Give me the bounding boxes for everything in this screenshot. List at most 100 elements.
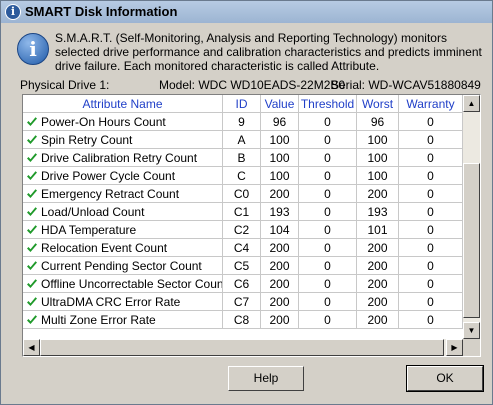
attribute-name: Load/Unload Count [41,204,145,219]
smart-dialog: i SMART Disk Information i S.M.A.R.T. (S… [0,0,493,405]
attribute-name-cell: HDA Temperature [23,221,223,239]
info-icon: i [17,33,49,65]
attribute-name-cell: Multi Zone Error Rate [23,311,223,329]
info-icon: i [5,4,21,20]
horizontal-scrollbar[interactable]: ◀ ▶ [23,339,463,356]
check-icon [27,188,37,198]
attribute-id-cell: C2 [223,221,261,239]
help-button[interactable]: Help [228,366,304,391]
attribute-worst-cell: 200 [357,275,399,293]
attribute-name: Current Pending Sector Count [41,258,202,273]
attribute-warranty-cell: 0 [399,257,463,275]
attribute-threshold-cell: 0 [299,149,357,167]
horizontal-scroll-thumb[interactable] [40,339,444,356]
drive-serial: Serial: WD-WCAV51880849 [331,78,481,92]
attribute-value-cell: 200 [261,293,299,311]
attribute-name: Power-On Hours Count [41,114,166,129]
attribute-warranty-cell: 0 [399,131,463,149]
column-header-value[interactable]: Value [261,95,299,113]
scroll-up-button[interactable]: ▲ [463,95,480,112]
attribute-value-cell: 100 [261,167,299,185]
attribute-warranty-cell: 0 [399,113,463,131]
attribute-warranty-cell: 0 [399,275,463,293]
attribute-warranty-cell: 0 [399,185,463,203]
check-icon [27,170,37,180]
vertical-scroll-thumb[interactable] [463,163,480,318]
attribute-threshold-cell: 0 [299,185,357,203]
check-icon [27,116,37,126]
description-text: S.M.A.R.T. (Self-Monitoring, Analysis an… [55,31,482,73]
attribute-name-cell: Drive Calibration Retry Count [23,149,223,167]
table-row[interactable]: Multi Zone Error Rate C8 200 0 200 0 [23,311,463,329]
scroll-right-button[interactable]: ▶ [446,339,463,356]
attribute-value-cell: 96 [261,113,299,131]
table-header: Attribute Name ID Value Threshold Worst … [23,95,463,113]
table-row[interactable]: Spin Retry Count A 100 0 100 0 [23,131,463,149]
attribute-name-cell: Offline Uncorrectable Sector Count [23,275,223,293]
attribute-threshold-cell: 0 [299,239,357,257]
check-icon [27,314,37,324]
table-row[interactable]: HDA Temperature C2 104 0 101 0 [23,221,463,239]
attribute-warranty-cell: 0 [399,239,463,257]
column-header-worst[interactable]: Worst [357,95,399,113]
attribute-name: Spin Retry Count [41,132,133,147]
column-header-name[interactable]: Attribute Name [23,95,223,113]
attribute-worst-cell: 200 [357,239,399,257]
attribute-value-cell: 200 [261,239,299,257]
attribute-name-cell: Load/Unload Count [23,203,223,221]
title-bar[interactable]: i SMART Disk Information [1,1,492,23]
check-icon [27,260,37,270]
scroll-down-button[interactable]: ▼ [463,322,480,339]
scroll-left-button[interactable]: ◀ [23,339,40,356]
attribute-name: UltraDMA CRC Error Rate [41,294,181,309]
attribute-id-cell: B [223,149,261,167]
drive-info: Physical Drive 1: Model: WDC WD10EADS-22… [1,78,492,92]
table-row[interactable]: Drive Calibration Retry Count B 100 0 100 0 [23,149,463,167]
attribute-threshold-cell: 0 [299,113,357,131]
attribute-table[interactable]: Attribute Name ID Value Threshold Worst … [22,94,481,357]
attribute-worst-cell: 200 [357,185,399,203]
attribute-name-cell: Power-On Hours Count [23,113,223,131]
column-header-threshold[interactable]: Threshold [299,95,357,113]
scrollbar-corner [463,339,480,356]
attribute-threshold-cell: 0 [299,131,357,149]
ok-button[interactable]: OK [406,365,484,392]
table-row[interactable]: Offline Uncorrectable Sector Count C6 200 0… [23,275,463,293]
table-row[interactable]: Emergency Retract Count C0 200 0 200 0 [23,185,463,203]
table-row[interactable]: Load/Unload Count C1 193 0 193 0 [23,203,463,221]
table-row[interactable]: UltraDMA CRC Error Rate C7 200 0 200 0 [23,293,463,311]
window-title: SMART Disk Information [25,4,178,19]
table-row[interactable]: Relocation Event Count C4 200 0 200 0 [23,239,463,257]
attribute-value-cell: 200 [261,257,299,275]
attribute-id-cell: C4 [223,239,261,257]
attribute-warranty-cell: 0 [399,167,463,185]
attribute-id-cell: C0 [223,185,261,203]
vertical-scrollbar[interactable]: ▲ ▼ [463,95,480,339]
column-header-warranty[interactable]: Warranty [399,95,463,113]
check-icon [27,278,37,288]
attribute-worst-cell: 96 [357,113,399,131]
attribute-name: HDA Temperature [41,222,137,237]
column-header-id[interactable]: ID [223,95,261,113]
attribute-worst-cell: 200 [357,293,399,311]
drive-model: Model: WDC WD10EADS-22M2B0 [159,78,346,92]
drive-label: Physical Drive 1: [20,78,110,92]
attribute-threshold-cell: 0 [299,275,357,293]
check-icon [27,296,37,306]
attribute-warranty-cell: 0 [399,311,463,329]
table-row[interactable]: Power-On Hours Count 9 96 0 96 0 [23,113,463,131]
attribute-value-cell: 100 [261,131,299,149]
attribute-id-cell: C5 [223,257,261,275]
table-row[interactable]: Current Pending Sector Count C5 200 0 200 0 [23,257,463,275]
attribute-name-cell: Spin Retry Count [23,131,223,149]
table-row[interactable]: Drive Power Cycle Count C 100 0 100 0 [23,167,463,185]
attribute-id-cell: C8 [223,311,261,329]
attribute-name: Offline Uncorrectable Sector Count [41,276,223,291]
attribute-id-cell: C6 [223,275,261,293]
check-icon [27,242,37,252]
attribute-value-cell: 200 [261,185,299,203]
attribute-id-cell: 9 [223,113,261,131]
attribute-warranty-cell: 0 [399,203,463,221]
check-icon [27,152,37,162]
attribute-name: Drive Calibration Retry Count [41,150,198,165]
